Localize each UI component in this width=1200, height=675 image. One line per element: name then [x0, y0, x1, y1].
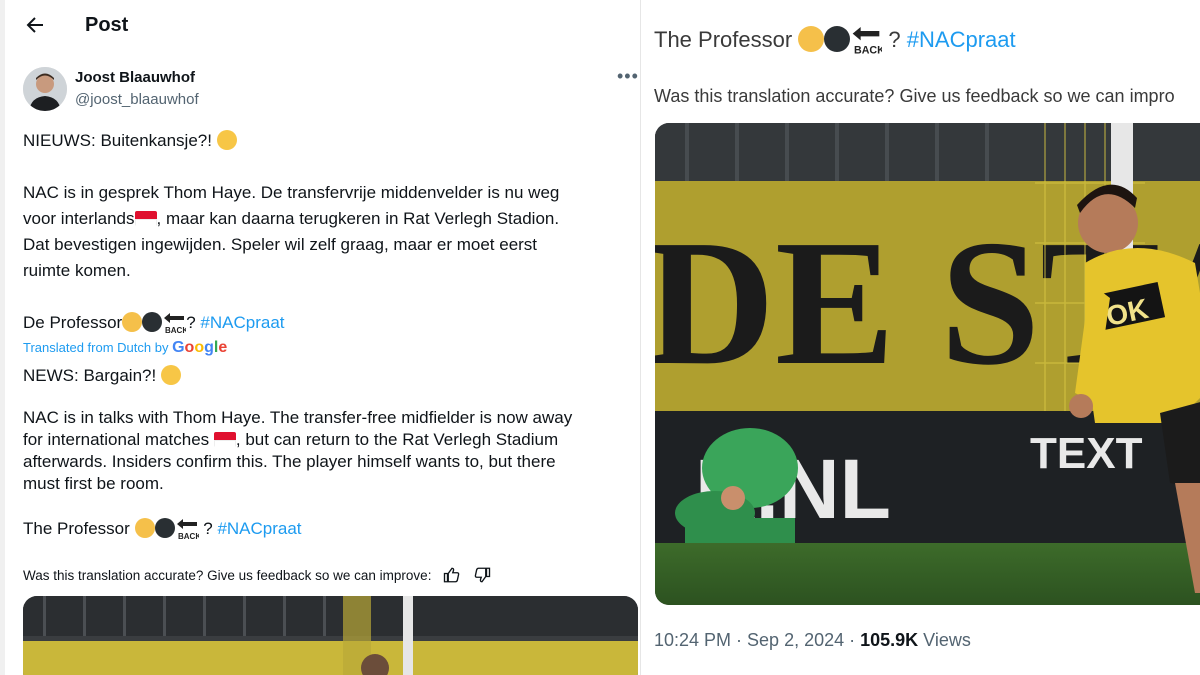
thumbs-down-icon[interactable] [473, 566, 491, 584]
signature-suffix: ? [203, 519, 213, 538]
translated-headline: NEWS: Bargain?! [23, 365, 181, 387]
zoomed-feedback-text: Was this translation accurate? Give us f… [654, 86, 1175, 106]
exploding-head-emoji [160, 365, 181, 385]
original-line: NAC is in gesprek Thom Haye. De transfer… [23, 183, 560, 202]
post-header: Post [5, 0, 648, 52]
translated-line: NAC is in talks with Thom Haye. The tran… [23, 408, 573, 427]
hashtag-link[interactable]: #NACpraat [907, 27, 1016, 52]
timestamp-text[interactable]: 10:24 PM · Sep 2, 2024 · [654, 630, 860, 650]
signature-text: The Professor [654, 27, 793, 52]
ad-board-text: TEXT [1030, 429, 1143, 478]
black-circle-emoji [824, 26, 851, 52]
zoomed-signature: The Professor BACK ? #NACpraat [654, 23, 1016, 57]
original-line: voor interlands , maar kan daarna terugke… [23, 206, 559, 232]
translated-line: afterwards. Insiders confirm this. The p… [23, 452, 556, 471]
more-icon[interactable]: ••• [617, 66, 639, 87]
original-headline: NIEUWS: Buitenkansje?! [23, 128, 237, 154]
signature-suffix: ? [888, 27, 901, 52]
back-arrow-emoji: BACK [850, 23, 885, 57]
back-arrow-icon[interactable] [23, 13, 47, 37]
post-panel: Post Joost Blaauwhof @joost_blaauwhof ••… [5, 0, 648, 675]
translated-line-text: for international matches [23, 430, 210, 449]
page-title: Post [85, 14, 129, 36]
avatar[interactable] [23, 67, 67, 111]
zoomed-post-panel: The Professor BACK ? #NACpraat Was this … [640, 0, 1200, 675]
svg-text:BACK: BACK [178, 532, 199, 540]
indonesia-flag-emoji [134, 211, 157, 226]
views-count: 105.9K [860, 630, 919, 650]
yellow-circle-emoji [122, 312, 143, 332]
author-name[interactable]: Joost Blaauwhof [75, 69, 195, 86]
post-photo-zoomed[interactable]: DE STA K.NL TEXT OK [655, 123, 1200, 605]
black-circle-emoji [154, 518, 175, 538]
views-label: Views [918, 630, 971, 650]
original-headline-text: NIEUWS: Buitenkansje?! [23, 131, 212, 150]
back-arrow-emoji: BACK [162, 310, 189, 335]
original-line-text: , maar kan daarna terugkeren in Rat Verl… [156, 209, 560, 228]
post-timestamp: 10:24 PM · Sep 2, 2024 · 105.9K Views [654, 630, 971, 651]
translated-from-text: Translated from Dutch by [23, 340, 169, 355]
original-line: Dat bevestigen ingewijden. Speler wil ze… [23, 235, 538, 254]
feedback-text: Was this translation accurate? Give us f… [23, 568, 432, 583]
thumbs-up-icon[interactable] [443, 566, 461, 584]
yellow-circle-emoji [798, 26, 825, 52]
original-line-text: voor interlands [23, 209, 135, 228]
back-arrow-emoji: BACK [175, 516, 201, 541]
hashtag-link[interactable]: #NACpraat [200, 313, 284, 332]
original-signature: De Professor BACK? #NACpraat [23, 310, 285, 336]
indonesia-flag-emoji [213, 432, 236, 447]
original-line: ruimte komen. [23, 261, 131, 280]
signature-text: De Professor [23, 313, 123, 332]
exploding-head-emoji [216, 130, 237, 150]
svg-text:BACK: BACK [165, 326, 186, 334]
translated-line-text: , but can return to the Rat Verlegh Stad… [235, 430, 559, 449]
translated-signature: The Professor BACK ? #NACpraat [23, 516, 302, 541]
hashtag-link[interactable]: #NACpraat [217, 519, 301, 538]
translated-line: must first be room. [23, 474, 164, 493]
yellow-circle-emoji [134, 518, 155, 538]
post-photo[interactable] [23, 596, 638, 675]
svg-text:BACK: BACK [854, 45, 882, 55]
translated-line: for international matches , but can retu… [23, 429, 558, 451]
google-logo: Google [172, 339, 228, 356]
translated-from-label[interactable]: Translated from Dutch by Google [23, 339, 227, 357]
translation-feedback: Was this translation accurate? Give us f… [23, 566, 491, 584]
author-handle[interactable]: @joost_blaauwhof [75, 91, 199, 108]
signature-suffix: ? [186, 313, 196, 332]
translated-headline-text: NEWS: Bargain?! [23, 366, 157, 385]
signature-text: The Professor [23, 519, 130, 538]
black-circle-emoji [142, 312, 163, 332]
